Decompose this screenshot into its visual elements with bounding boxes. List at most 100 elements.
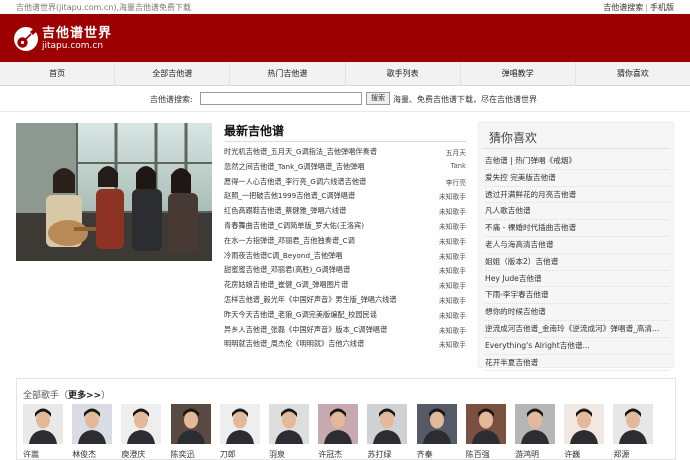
item-title[interactable]: 昨天今天吉他谱_老狼_G调完美版编配_校园民谣 [224,310,377,325]
item-title[interactable]: 异乡人吉他谱_张磊《中国好声音》版本_C调弹唱谱 [224,325,387,340]
item-title[interactable]: 怎样吉他谱_毅光年《中国好声音》男生版_弹唱六线谱 [224,295,397,310]
guess-item[interactable]: Everything's Alright吉他谱... [485,338,669,355]
singer-avatar[interactable] [515,404,555,444]
search-button[interactable]: 搜索 [366,92,390,105]
singer-name[interactable]: 苏打绿 [367,449,409,460]
singer-name[interactable]: 郑源 [613,449,655,460]
guess-item[interactable]: 凡人歌吉他谱 [485,203,669,221]
singer-name[interactable]: 许嵩 [23,449,65,460]
singer-card[interactable]: 林俊杰 [72,404,114,460]
singer-card[interactable]: 刀郎 [219,404,262,460]
list-item[interactable]: 时光机吉他谱_五月天_G调指法_吉他弹唱伴奏谱 五月天 [224,147,466,162]
singer-card[interactable]: 游鸿明 [515,404,557,460]
guess-item[interactable]: Hey Jude吉他谱 [485,271,669,288]
item-title[interactable]: 赵照_一把破吉他1999吉他谱_C调弹唱谱 [224,191,355,206]
singer-name[interactable]: 刀郎 [220,449,262,460]
list-item[interactable]: 异乡人吉他谱_张磊《中国好声音》版本_C调弹唱谱 未知歌手 [224,325,466,340]
list-item[interactable]: 愿得一人心吉他谱_李行亮_G调六线谱吉他谱 李行亮 [224,177,466,192]
singer-name[interactable]: 许巍 [564,449,606,460]
singer-avatar[interactable] [416,404,457,444]
featured-photo[interactable] [16,123,212,261]
item-title[interactable]: 甜蜜蜜吉他谱_邓丽君(高胜)_G调弹唱谱 [224,265,350,280]
guess-item[interactable]: 姐姐（版本2）吉他谱 [485,254,669,271]
singer-card[interactable]: 陈奕迅 [170,404,213,460]
singer-card[interactable]: 许巍 [564,404,606,460]
item-title[interactable]: 青春舞曲吉他谱_C调简单版_罗大佑(王洛宾) [224,221,364,236]
search-bar: 吉他谱搜索: 搜索 海量、免费吉他谱下载，尽在吉他谱世界 [0,87,690,112]
singer-name[interactable]: 游鸿明 [515,449,557,460]
singer-avatar[interactable] [564,404,605,444]
item-title[interactable]: 花房姑娘吉他谱_崔健_G调_弹唱图片谱 [224,280,348,295]
guess-item[interactable]: 不痛 - 裸婚时代插曲吉他谱 [485,220,669,237]
singer-card[interactable]: 许冠杰 [318,404,360,460]
item-artist: 未知歌手 [438,282,466,291]
item-artist: 未知歌手 [438,193,466,202]
singer-avatar[interactable] [72,404,113,444]
singers-more-link[interactable]: 更多>> [68,391,101,401]
singer-card[interactable]: 许嵩 [23,404,65,460]
guess-item[interactable]: 老人与海高清吉他谱 [485,237,669,254]
singer-name[interactable]: 羽泉 [269,449,311,460]
list-item[interactable]: 怎样吉他谱_毅光年《中国好声音》男生版_弹唱六线谱 未知歌手 [224,295,466,310]
singer-avatar[interactable] [170,404,211,444]
list-item[interactable]: 在水一方指弹谱_邓丽君_吉他独奏谱_C调 未知歌手 [224,236,466,251]
singer-card[interactable]: 陈百强 [465,404,508,460]
list-item[interactable]: 赵照_一把破吉他1999吉他谱_C调弹唱谱 未知歌手 [224,191,466,206]
item-title[interactable]: 明明就吉他谱_周杰伦《明明就》吉他六线谱 [224,339,364,354]
search-input[interactable] [200,92,362,105]
item-artist: 未知歌手 [438,267,466,276]
item-title[interactable]: 冷雨夜吉他谱C调_Beyond_吉他弹唱 [224,251,342,266]
list-item[interactable]: 昨天今天吉他谱_老狼_G调完美版编配_校园民谣 未知歌手 [224,310,466,325]
singer-name[interactable]: 陈百强 [466,449,508,460]
item-artist: 李行亮 [445,178,466,187]
singer-avatar[interactable] [367,404,408,444]
latest-tabs-title: 最新吉他谱 [224,122,466,142]
guess-item[interactable]: 花开半夏吉他谱 [485,355,669,372]
singer-card[interactable]: 羽泉 [269,404,311,460]
site-logo[interactable]: 吉他谱世界 jitapu.com.cn [14,24,112,54]
nav-item-all-tabs[interactable]: 全部吉他谱 [115,62,231,85]
guess-item[interactable]: 爱失控 完美版吉他谱 [485,170,669,187]
item-title[interactable]: 红色高跟鞋吉他谱_蔡健雅_弹唱六线谱 [224,206,346,221]
item-artist: 未知歌手 [438,252,466,261]
list-item[interactable]: 明明就吉他谱_周杰伦《明明就》吉他六线谱 未知歌手 [224,339,466,354]
singer-name[interactable]: 陈奕迅 [171,449,213,460]
singer-avatar[interactable] [23,404,63,444]
top-link-guitar-search[interactable]: 吉他谱搜索 [603,3,643,12]
guess-item[interactable]: 逆流成河吉他谱_金南玲《逆流成河》弹唱谱_高清... [485,321,669,338]
singer-avatar[interactable] [121,404,162,444]
singer-card[interactable]: 齐秦 [416,404,459,460]
singer-avatar[interactable] [219,404,260,444]
singer-name[interactable]: 齐秦 [417,449,459,460]
singer-avatar[interactable] [269,404,309,444]
singer-name[interactable]: 林俊杰 [72,449,114,460]
nav-item-home[interactable]: 首页 [0,62,116,85]
nav-item-guess[interactable]: 猜你喜欢 [576,62,690,85]
list-item[interactable]: 忽然之间吉他谱_Tank_G调弹唱谱_吉他弹唱 Tank [224,162,466,177]
singer-card[interactable]: 郑源 [613,404,655,460]
singer-avatar[interactable] [613,404,654,444]
singer-card[interactable]: 苏打绿 [367,404,409,460]
list-item[interactable]: 冷雨夜吉他谱C调_Beyond_吉他弹唱 未知歌手 [224,251,466,266]
guess-item[interactable]: 吉他谱 | 热门弹唱《戒烟》 [485,153,669,170]
list-item[interactable]: 红色高跟鞋吉他谱_蔡健雅_弹唱六线谱 未知歌手 [224,206,466,221]
singer-name[interactable]: 庾澄庆 [121,449,163,460]
item-title[interactable]: 在水一方指弹谱_邓丽君_吉他独奏谱_C调 [224,236,355,251]
guess-item[interactable]: 下雨-李宇春吉他谱 [485,287,669,305]
singer-avatar[interactable] [465,404,506,444]
top-link-mobile[interactable]: 手机版 [650,3,674,12]
singer-avatar[interactable] [318,404,359,444]
item-title[interactable]: 时光机吉他谱_五月天_G调指法_吉他弹唱伴奏谱 [224,147,377,162]
nav-item-tutorials[interactable]: 弹唱教学 [461,62,576,85]
singer-name[interactable]: 许冠杰 [318,449,360,460]
nav-item-singers[interactable]: 歌手列表 [346,62,461,85]
list-item[interactable]: 花房姑娘吉他谱_崔健_G调_弹唱图片谱 未知歌手 [224,280,466,295]
guess-item[interactable]: 想你的时候吉他谱 [485,304,669,321]
item-title[interactable]: 忽然之间吉他谱_Tank_G调弹唱谱_吉他弹唱 [224,162,365,177]
guess-item[interactable]: 透过开满鲜花的月亮吉他谱 [485,187,669,204]
list-item[interactable]: 青春舞曲吉他谱_C调简单版_罗大佑(王洛宾) 未知歌手 [224,221,466,236]
singer-card[interactable]: 庾澄庆 [121,404,163,460]
nav-item-hot-tabs[interactable]: 热门吉他谱 [230,62,346,85]
list-item[interactable]: 甜蜜蜜吉他谱_邓丽君(高胜)_G调弹唱谱 未知歌手 [224,265,466,280]
item-title[interactable]: 愿得一人心吉他谱_李行亮_G调六线谱吉他谱 [224,177,366,192]
